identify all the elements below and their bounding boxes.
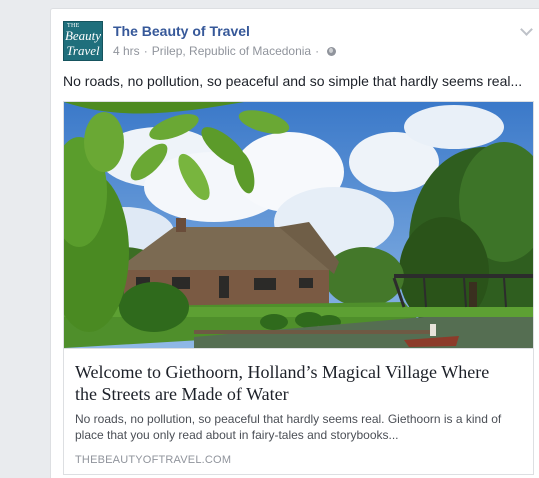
post-location[interactable]: Prilep, Republic of Macedonia [152, 44, 311, 58]
post-meta: 4 hrs · Prilep, Republic of Macedonia · [113, 44, 337, 58]
meta-separator: · [143, 44, 148, 58]
page-name-link[interactable]: The Beauty of Travel [113, 23, 250, 39]
post-text: No roads, no pollution, so peaceful and … [63, 73, 523, 89]
feed-post: THE Beauty Travel The Beauty of Travel 4… [50, 8, 539, 478]
link-description: No roads, no pollution, so peaceful that… [75, 412, 502, 442]
post-time[interactable]: 4 hrs [113, 44, 140, 58]
link-domain: THEBEAUTYOFTRAVEL.COM [75, 454, 232, 466]
link-image[interactable] [64, 102, 533, 348]
link-preview-body[interactable]: Welcome to Giethoorn, Holland’s Magical … [64, 348, 533, 475]
page-avatar[interactable]: THE Beauty Travel [63, 21, 103, 61]
avatar-line1: Beauty [64, 28, 102, 43]
meta-separator: · [315, 44, 320, 58]
globe-icon[interactable] [327, 46, 337, 56]
link-preview[interactable]: Welcome to Giethoorn, Holland’s Magical … [63, 101, 534, 475]
avatar-line2: Travel [66, 43, 100, 58]
page-background [0, 0, 50, 474]
link-title[interactable]: Welcome to Giethoorn, Holland’s Magical … [75, 361, 515, 405]
chevron-down-icon[interactable] [520, 23, 533, 36]
